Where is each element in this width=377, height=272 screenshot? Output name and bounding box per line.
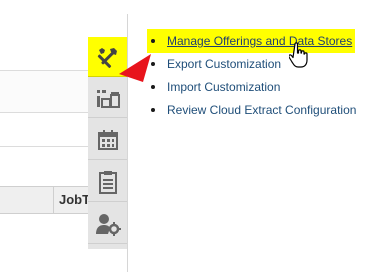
customization-menu: Manage Offerings and Data Stores Export … (147, 29, 356, 124)
customization-popover: Manage Offerings and Data Stores Export … (127, 14, 377, 272)
background-table: JobT (0, 0, 90, 270)
divider (0, 146, 90, 147)
menu-item-label[interactable]: Export Customization (167, 57, 281, 71)
divider (0, 70, 90, 71)
table-column-header[interactable]: JobT (0, 186, 90, 214)
user-settings-button[interactable] (88, 204, 127, 244)
table-row (0, 70, 90, 112)
hand-cursor-icon (288, 42, 309, 73)
red-arrow-icon (117, 52, 155, 89)
column-separator (53, 187, 54, 213)
menu-item-export-customization[interactable]: Export Customization (147, 55, 356, 78)
menu-item-manage-offerings[interactable]: Manage Offerings and Data Stores (147, 29, 356, 55)
clipboard-button[interactable] (88, 162, 127, 202)
menu-item-import-customization[interactable]: Import Customization (147, 78, 356, 101)
data-store-icon (95, 87, 121, 109)
menu-item-review-cloud-extract[interactable]: Review Cloud Extract Configuration (147, 101, 356, 124)
calendar-icon (97, 129, 119, 151)
user-settings-icon (95, 212, 121, 236)
tools-icon (96, 45, 120, 69)
divider (0, 112, 90, 113)
menu-item-label[interactable]: Review Cloud Extract Configuration (167, 103, 356, 117)
menu-item-label[interactable]: Manage Offerings and Data Stores (167, 34, 352, 48)
clipboard-icon (98, 170, 118, 194)
calendar-button[interactable] (88, 120, 127, 160)
column-header-label: JobT (59, 192, 91, 207)
menu-item-label[interactable]: Import Customization (167, 80, 280, 94)
